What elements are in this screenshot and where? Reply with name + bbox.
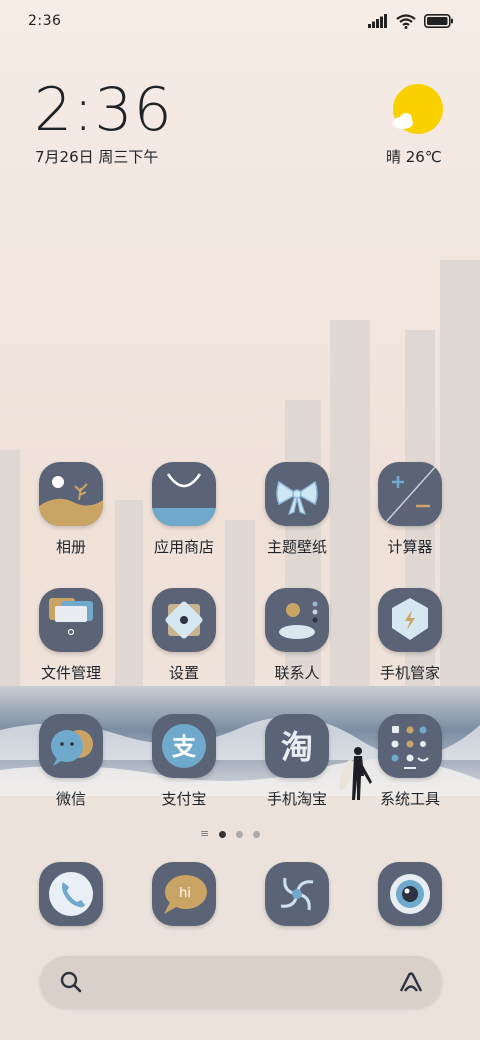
app-alipay[interactable]: 支 支付宝 [139, 714, 229, 809]
status-icons [368, 13, 454, 29]
page-dot-active[interactable] [219, 830, 227, 838]
status-time: 2:36 [28, 13, 62, 29]
page-indicator[interactable]: ≡ [200, 828, 261, 839]
page-list-icon[interactable]: ≡ [200, 828, 209, 839]
status-bar: 2:36 [0, 0, 480, 42]
app-label: 手机管家 [379, 664, 440, 682]
app-wechat[interactable]: 微信 [26, 714, 116, 809]
app-store-bag-icon [152, 462, 216, 526]
app-gallery[interactable]: 相册 [26, 462, 116, 557]
app-label: 文件管理 [40, 664, 101, 682]
system-tools-icon [378, 714, 442, 778]
dock-browser[interactable] [252, 862, 342, 926]
app-label: 主题壁纸 [266, 538, 327, 556]
assistant-icon[interactable] [398, 970, 424, 994]
clock-date: 7月26日 周三下午 [35, 148, 159, 166]
contacts-icon [265, 588, 329, 652]
app-theme[interactable]: 主题壁纸 [252, 462, 342, 557]
dock-camera[interactable] [365, 862, 455, 926]
app-label: 设置 [168, 664, 199, 682]
app-settings[interactable]: 设置 [139, 588, 229, 683]
browser-icon [265, 862, 329, 926]
file-folder-icon [39, 588, 103, 652]
app-label: 联系人 [274, 664, 320, 682]
app-label: 相册 [55, 538, 86, 556]
theme-bow-icon [265, 462, 329, 526]
wechat-icon [39, 714, 103, 778]
search-icon[interactable] [60, 971, 82, 993]
settings-icon [152, 588, 216, 652]
taobao-icon: 淘 [265, 714, 329, 778]
messages-icon: hi [152, 862, 216, 926]
signal-icon [368, 14, 387, 28]
app-label: 手机淘宝 [266, 790, 327, 808]
app-label: 微信 [55, 790, 86, 808]
app-store[interactable]: 应用商店 [139, 462, 229, 557]
wifi-icon [396, 13, 416, 29]
app-label: 系统工具 [379, 790, 440, 808]
gallery-icon [39, 462, 103, 526]
camera-icon [378, 862, 442, 926]
alipay-glyph: 支 [172, 733, 197, 761]
app-calculator[interactable]: 计算器 [365, 462, 455, 557]
app-security[interactable]: 手机管家 [365, 588, 455, 683]
taobao-glyph: 淘 [281, 728, 313, 766]
app-files[interactable]: 文件管理 [26, 588, 116, 683]
messages-glyph: hi [179, 886, 191, 901]
app-contacts[interactable]: 联系人 [252, 588, 342, 683]
weather-summary[interactable]: 晴 26℃ [386, 146, 442, 167]
app-label: 支付宝 [161, 790, 207, 808]
security-shield-icon [378, 588, 442, 652]
battery-icon [424, 14, 453, 28]
clock-time[interactable]: 2:36 [34, 78, 173, 142]
app-label: 计算器 [387, 538, 433, 556]
app-taobao[interactable]: 淘 手机淘宝 [252, 714, 342, 809]
page-dot[interactable] [236, 830, 244, 838]
dock-phone[interactable] [26, 862, 116, 926]
page-dot[interactable] [253, 830, 261, 838]
app-system-tools[interactable]: 系统工具 [365, 714, 455, 809]
search-bar[interactable] [40, 956, 442, 1008]
sun-cloud-icon[interactable] [390, 84, 446, 136]
calculator-icon [378, 462, 442, 526]
alipay-icon: 支 [152, 714, 216, 778]
app-label: 应用商店 [153, 538, 214, 556]
phone-icon [39, 862, 103, 926]
dock-messages[interactable]: hi [139, 862, 229, 926]
